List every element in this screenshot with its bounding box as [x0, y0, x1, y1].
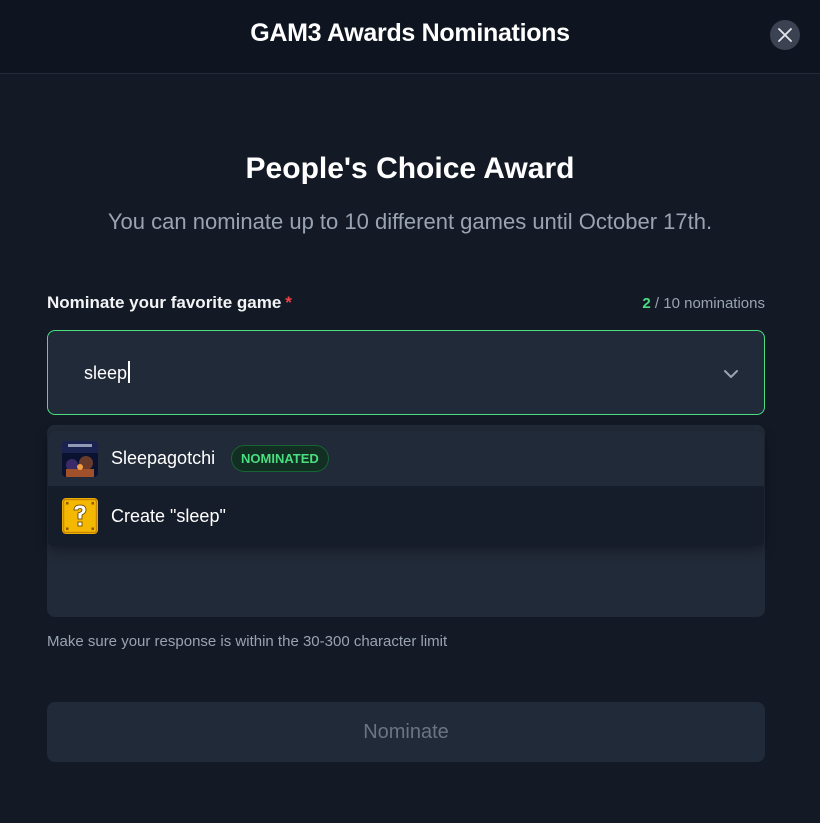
award-title: People's Choice Award	[245, 152, 575, 185]
nomination-count: 2	[642, 295, 651, 312]
game-thumbnail	[62, 441, 98, 477]
option-label: Create "sleep"	[111, 505, 226, 526]
game-search-value: sleep	[84, 363, 128, 383]
nomination-counter: 2 / 10 nominations	[642, 295, 765, 312]
required-marker: *	[285, 293, 292, 312]
modal-title: GAM3 Awards Nominations	[250, 19, 570, 47]
award-subtitle: You can nominate up to 10 different game…	[107, 209, 713, 234]
field-label-text: Nominate your favorite game	[47, 293, 282, 312]
game-options-dropdown: Sleepagotchi NOMINATED Create "sleep"	[48, 431, 764, 546]
chevron-down-icon[interactable]	[722, 365, 740, 383]
nominate-button[interactable]: Nominate	[47, 702, 765, 762]
option-label: Sleepagotchi	[111, 448, 216, 468]
option-create[interactable]: Create "sleep"	[48, 486, 764, 546]
question-block-icon	[62, 498, 98, 534]
game-search-input[interactable]: sleep	[84, 361, 130, 384]
nominated-badge: NOMINATED	[231, 445, 329, 472]
modal-header: GAM3 Awards Nominations	[0, 0, 820, 74]
close-icon	[778, 28, 792, 42]
option-sleepagotchi[interactable]: Sleepagotchi NOMINATED	[48, 431, 764, 486]
field-label: Nominate your favorite game *	[47, 293, 292, 313]
text-caret	[128, 361, 130, 383]
nomination-limit: / 10 nominations	[650, 295, 765, 312]
close-button[interactable]	[770, 20, 800, 50]
game-search-combobox[interactable]: sleep	[47, 330, 765, 415]
character-limit-hint: Make sure your response is within the 30…	[47, 633, 448, 650]
